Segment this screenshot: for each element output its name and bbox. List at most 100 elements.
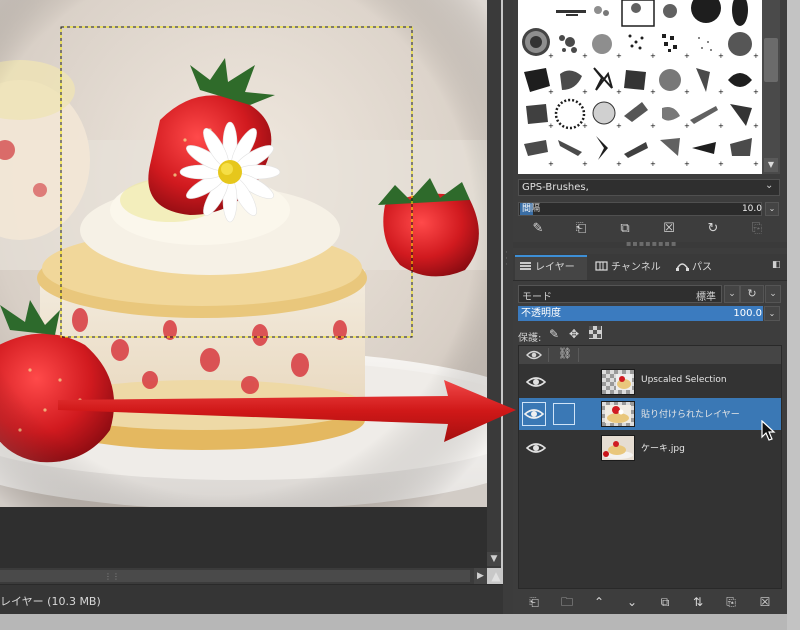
paths-icon [676, 263, 689, 271]
duplicate-brush-icon[interactable]: ⧉ [614, 219, 636, 239]
chevron-down-icon[interactable]: ⌄ [765, 180, 773, 191]
brush-thumbnails: + + + + + + + + + + + + + + + + + + + + + + + + + + + + [522, 0, 759, 168]
tab-paths[interactable]: パス [672, 255, 716, 280]
dock-divider[interactable] [503, 0, 513, 614]
edit-brush-icon[interactable]: ✎ [527, 219, 549, 239]
brush-grid[interactable]: + + + + + + + + + + + + + + + + + + + + + + + + + + + + [518, 0, 762, 174]
eye-icon[interactable] [522, 402, 546, 426]
svg-text:+: + [582, 122, 588, 130]
spacing-label: 隔 [531, 204, 541, 214]
lock-label: 保護: [518, 333, 542, 344]
opacity-label: 不透明度 [521, 308, 561, 319]
window-bottom-edge [0, 614, 800, 630]
layers-icon [520, 262, 531, 270]
spacing-spin-icon[interactable]: ⌄ [765, 202, 779, 216]
svg-text:+: + [582, 160, 588, 168]
layer-name: 貼り付けられたレイヤー [641, 410, 740, 420]
svg-text:+: + [753, 52, 759, 60]
svg-text:+: + [753, 88, 759, 96]
svg-text:+: + [718, 160, 724, 168]
new-layer-icon[interactable]: ⎗ [523, 592, 545, 612]
tab-channels[interactable]: チャンネル [591, 255, 665, 280]
brush-list-scrollbar[interactable] [762, 0, 780, 174]
chain-toggle[interactable] [553, 403, 575, 425]
layer-row-selected[interactable]: 貼り付けられたレイヤー [519, 398, 781, 430]
composite-cycle-icon[interactable]: ↻ [740, 285, 764, 303]
header-separator [548, 348, 549, 362]
lock-position-icon[interactable]: ✥ [566, 326, 582, 342]
visibility-header-icon [526, 348, 542, 362]
svg-text:+: + [718, 122, 724, 130]
refresh-brushes-icon[interactable]: ↻ [702, 219, 724, 239]
spacing-value: 10.0 [741, 204, 762, 214]
svg-text:+: + [582, 52, 588, 60]
mouse-cursor-icon [761, 420, 776, 441]
lock-alpha-icon[interactable] [587, 326, 603, 342]
lock-pixels-icon[interactable]: ✎ [546, 326, 562, 342]
mode-label: モード [522, 292, 552, 303]
scroll-down-arrow-icon[interactable]: ▼ [764, 158, 778, 172]
tab-menu-icon[interactable]: ◧ [772, 260, 781, 270]
svg-text:+: + [753, 160, 759, 168]
checkerboard-icon [588, 326, 602, 339]
status-text: レイヤー (10.3 MB) [0, 595, 101, 608]
layer-thumbnail [601, 435, 635, 461]
svg-text:+: + [650, 160, 656, 168]
svg-text:+: + [684, 88, 690, 96]
brush-scroll-thumb[interactable] [764, 38, 778, 82]
lower-layer-icon[interactable]: ⌄ [621, 592, 643, 612]
svg-text:+: + [718, 52, 724, 60]
svg-text:+: + [616, 160, 622, 168]
svg-text:+: + [753, 122, 759, 130]
tab-layers[interactable]: レイヤー [515, 255, 587, 280]
layer-buttons-bar [513, 590, 787, 614]
anchor-merge-icon[interactable]: ⇅ [687, 592, 709, 612]
separator-grip-icon[interactable]: ▪▪▪▪▪▪▪▪▪▪▪▪▪ [626, 242, 676, 246]
eye-icon[interactable] [526, 375, 546, 389]
svg-text:+: + [616, 52, 622, 60]
svg-text:+: + [616, 88, 622, 96]
layer-name: ケーキ.jpg [641, 444, 685, 454]
header-separator [578, 348, 579, 362]
svg-text:+: + [548, 52, 554, 60]
tab-paths-label: パス [692, 262, 712, 273]
layer-row[interactable]: Upscaled Selection [519, 366, 781, 398]
svg-text:+: + [548, 160, 554, 168]
tab-layers-label: レイヤー [535, 262, 575, 273]
new-layer-group-icon[interactable]: 🗀 [556, 592, 578, 612]
svg-text:+: + [650, 122, 656, 130]
opacity-spin-icon[interactable]: ⌄ [764, 306, 780, 321]
eye-icon[interactable] [526, 441, 546, 455]
channels-icon [595, 261, 608, 271]
annotation-arrow [58, 380, 516, 442]
horizontal-scroll-thumb[interactable] [0, 570, 470, 582]
svg-text:+: + [650, 52, 656, 60]
raise-layer-icon[interactable]: ⌃ [588, 592, 610, 612]
scroll-grip-icon: ⋮⋮ [104, 572, 120, 581]
svg-text:+: + [548, 88, 554, 96]
new-brush-icon[interactable]: ⎗ [570, 219, 592, 239]
scroll-down-arrow-icon[interactable]: ▼ [487, 552, 501, 566]
opacity-value: 100.0 [733, 308, 762, 319]
svg-text:+: + [650, 88, 656, 96]
layer-thumbnail [601, 401, 635, 427]
navigate-icon[interactable]: ▲ [489, 568, 503, 584]
brush-tag-text: GPS-Brushes, [522, 182, 589, 193]
layer-mask-icon[interactable]: ⎘ [720, 592, 742, 612]
tab-channels-label: チャンネル [611, 262, 661, 273]
svg-text:+: + [548, 122, 554, 130]
window-right-edge [787, 0, 800, 630]
delete-layer-icon[interactable]: ☒ [754, 592, 776, 612]
duplicate-layer-icon[interactable]: ⧉ [654, 592, 676, 612]
delete-brush-icon[interactable]: ☒ [658, 219, 680, 239]
divider-grip-icon[interactable]: · · · [505, 249, 511, 270]
svg-text:+: + [616, 122, 622, 130]
chevron-down-icon[interactable]: ⌄ [724, 285, 740, 303]
scroll-right-arrow-icon[interactable]: ▶ [474, 568, 487, 584]
layer-thumbnail [601, 369, 635, 395]
canvas-vertical-scrollbar[interactable] [487, 0, 501, 568]
layer-row[interactable]: ケーキ.jpg [519, 432, 781, 464]
open-as-image-icon: ⎘ [751, 221, 763, 236]
chevron-down-icon[interactable]: ⌄ [765, 285, 781, 303]
svg-text:+: + [684, 52, 690, 60]
